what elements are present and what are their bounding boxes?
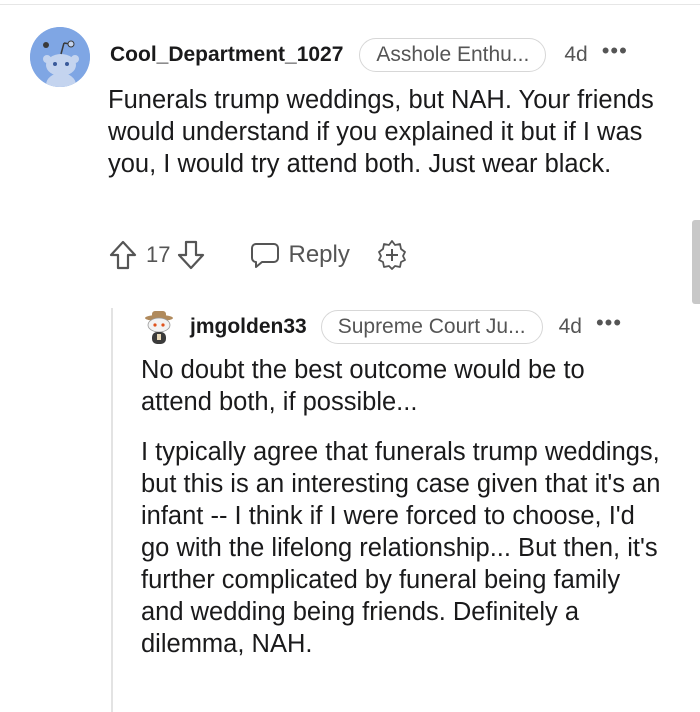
reply-body: No doubt the best outcome would be to at… bbox=[141, 354, 661, 678]
thread-line[interactable] bbox=[111, 308, 113, 712]
reply-age: 4d bbox=[558, 315, 582, 338]
speech-bubble-icon bbox=[251, 243, 280, 268]
reply-paragraph: No doubt the best outcome would be to at… bbox=[141, 356, 585, 416]
reply-username[interactable]: jmgolden33 bbox=[190, 315, 307, 339]
snoo-avatar-icon bbox=[30, 27, 90, 87]
avatar[interactable] bbox=[140, 308, 178, 346]
top-divider bbox=[0, 4, 700, 5]
reply-label: Reply bbox=[288, 241, 350, 268]
comment-actions: 17 Reply bbox=[108, 236, 408, 274]
user-flair: Supreme Court Ju... bbox=[320, 310, 543, 344]
downvote-arrow-icon[interactable] bbox=[176, 239, 206, 271]
upvote-arrow-icon[interactable] bbox=[108, 239, 138, 271]
avatar[interactable] bbox=[30, 27, 90, 87]
reply-button[interactable]: Reply bbox=[250, 241, 350, 269]
user-flair: Asshole Enthu... bbox=[359, 38, 547, 72]
snoo-avatar-icon bbox=[145, 311, 173, 344]
award-plus-icon bbox=[377, 240, 406, 270]
comment-body: Funerals trump weddings, but NAH. Your f… bbox=[108, 86, 654, 178]
scrollbar[interactable] bbox=[692, 220, 700, 304]
reply-paragraph: I typically agree that funerals trump we… bbox=[141, 438, 661, 658]
comment-username[interactable]: Cool_Department_1027 bbox=[110, 43, 343, 67]
comment-meta: Cool_Department_1027 Asshole Enthu... 4d… bbox=[110, 37, 680, 73]
award-button[interactable] bbox=[376, 239, 408, 271]
more-dots-icon[interactable]: ••• bbox=[596, 312, 622, 334]
vote-count: 17 bbox=[146, 242, 171, 267]
comment-age: 4d bbox=[564, 43, 588, 66]
more-dots-icon[interactable]: ••• bbox=[602, 40, 628, 62]
